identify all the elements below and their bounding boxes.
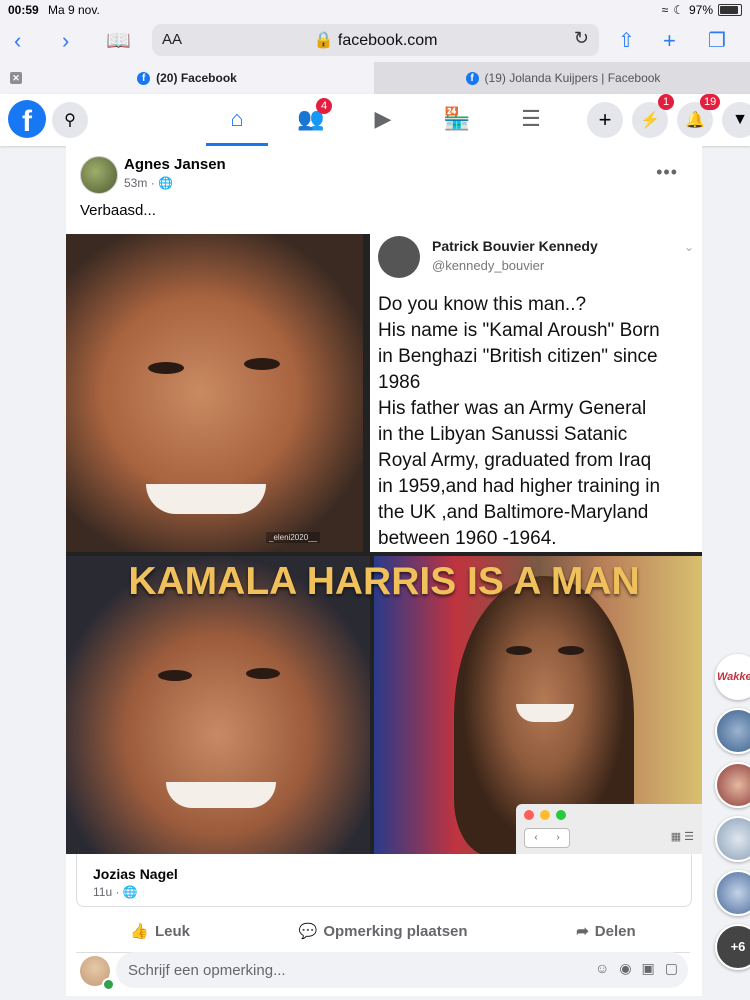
tweet-avatar xyxy=(378,236,420,278)
like-label: Leuk xyxy=(155,922,191,940)
comment-input[interactable]: Schrijf een opmerking... ☺ ◉ ▣ ▢ xyxy=(116,952,688,988)
home-icon[interactable]: ⌂ xyxy=(212,104,262,134)
post-author[interactable]: Agnes Jansen xyxy=(124,156,226,173)
facebook-favicon-icon: f xyxy=(137,71,151,85)
mac-window-overlay: ‹ › ▦ ☰ xyxy=(516,804,702,854)
comment-placeholder: Schrijf een opmerking... xyxy=(128,962,286,979)
search-icon[interactable]: ⚲ xyxy=(52,102,88,138)
tweet-handle: @kennedy_bouvier xyxy=(432,258,545,273)
image-watermark: _eleni2020__ xyxy=(266,532,321,543)
close-dot-icon xyxy=(524,810,534,820)
shared-time[interactable]: 11u xyxy=(93,885,112,899)
share-button[interactable]: ➦ Delen xyxy=(576,922,636,941)
safari-toolbar: ‹ › 📖 AA 🔒 facebook.com ↻ ⇧ + ❐ xyxy=(0,20,750,62)
post-text: Verbaasd... xyxy=(80,202,156,219)
chevron-left-icon: ‹ xyxy=(534,832,538,843)
marketplace-icon[interactable]: 🏪 xyxy=(432,104,482,134)
image-face-top-left: _eleni2020__ xyxy=(66,234,363,552)
post-meta: 53m · 🌐 xyxy=(124,176,173,190)
messenger-badge: 1 xyxy=(658,94,674,110)
image-headline: KAMALA HARRIS IS A MAN xyxy=(128,560,640,603)
zoom-dot-icon xyxy=(556,810,566,820)
tab-strip: ✕ f (20) Facebook f (19) Jolanda Kuijper… xyxy=(0,62,750,94)
moon-icon: ☾ xyxy=(673,3,684,17)
battery-percent: 97% xyxy=(688,3,713,17)
post-actions: 👍 Leuk 💬 Opmerking plaatsen ➦ Delen xyxy=(76,910,690,953)
shared-meta: 11u · 🌐 xyxy=(93,885,138,899)
comment-icon: 💬 xyxy=(298,923,318,940)
chevron-right-icon: › xyxy=(556,832,560,843)
chat-bubble-contact[interactable] xyxy=(715,762,750,808)
post-card: Agnes Jansen 53m · 🌐 ••• Verbaasd... _el… xyxy=(66,146,702,996)
online-indicator xyxy=(102,978,115,991)
tab-label: (20) Facebook xyxy=(156,71,237,85)
mac-nav-arrows: ‹ › xyxy=(524,828,570,848)
comment-button[interactable]: 💬 Opmerking plaatsen xyxy=(298,922,468,941)
author-avatar[interactable] xyxy=(80,156,118,194)
notifications-badge: 19 xyxy=(700,94,721,110)
image-tweet: Patrick Bouvier Kennedy @kennedy_bouvier… xyxy=(370,234,702,552)
tabs-icon[interactable]: ❐ xyxy=(708,20,726,62)
facebook-favicon-icon: f xyxy=(465,71,479,85)
more-options-icon[interactable]: ••• xyxy=(656,162,678,183)
chat-bubble-wakker[interactable]: Wakke xyxy=(715,654,750,700)
forward-icon[interactable]: › xyxy=(62,20,69,62)
sticker-icon[interactable]: ▢ xyxy=(665,960,678,977)
shared-post-footer[interactable]: Jozias Nagel 11u · 🌐 xyxy=(76,854,692,907)
post-image[interactable]: _eleni2020__ Patrick Bouvier Kennedy @ke… xyxy=(66,234,702,854)
camera-icon[interactable]: ◉ xyxy=(619,960,631,977)
menu-icon[interactable]: ☰ xyxy=(506,104,556,134)
tweet-text: Do you know this man..? His name is "Kam… xyxy=(378,294,661,549)
status-bar: 00:59 Ma 9 nov. ≈ ☾ 97% xyxy=(0,0,750,20)
back-icon[interactable]: ‹ xyxy=(14,20,21,62)
friends-badge: 4 xyxy=(316,98,332,114)
post-time[interactable]: 53m xyxy=(124,176,147,190)
chat-bubble-contact[interactable] xyxy=(715,708,750,754)
shared-author[interactable]: Jozias Nagel xyxy=(93,866,178,882)
reload-icon[interactable]: ↻ xyxy=(574,28,589,49)
url-text: 🔒 facebook.com xyxy=(152,30,599,50)
comment-label: Opmerking plaatsen xyxy=(323,922,468,940)
status-date: Ma 9 nov. xyxy=(48,3,100,17)
emoji-icon[interactable]: ☺ xyxy=(595,960,609,977)
account-chevron-icon[interactable]: ▼ xyxy=(722,102,750,138)
close-tab-icon[interactable]: ✕ xyxy=(10,72,22,84)
status-time: 00:59 xyxy=(8,3,39,17)
globe-icon: · 🌐 xyxy=(115,885,138,899)
chat-bubble-contact[interactable] xyxy=(715,870,750,916)
like-button[interactable]: 👍 Leuk xyxy=(130,922,191,941)
thumbs-up-icon: 👍 xyxy=(130,923,149,940)
share-icon[interactable]: ⇧ xyxy=(618,20,635,62)
tab-facebook[interactable]: ✕ f (20) Facebook xyxy=(0,62,374,94)
plus-icon[interactable]: + xyxy=(663,20,676,62)
chat-bubble-contact[interactable] xyxy=(715,816,750,862)
facebook-header: f ⚲ ⌂ 👥 4 ▶ 🏪 ☰ + ⚡ 1 🔔 19 ▼ xyxy=(0,94,750,146)
globe-icon: · 🌐 xyxy=(150,176,173,190)
tab-label: (19) Jolanda Kuijpers | Facebook xyxy=(484,71,661,85)
share-label: Delen xyxy=(594,922,636,940)
chevron-down-icon: ⌄ xyxy=(683,240,694,254)
lock-icon: 🔒 xyxy=(313,32,334,49)
gif-icon[interactable]: ▣ xyxy=(642,960,655,977)
url-label: facebook.com xyxy=(337,32,438,49)
share-arrow-icon: ➦ xyxy=(576,923,589,940)
status-right: ≈ ☾ 97% xyxy=(662,3,742,17)
watch-icon[interactable]: ▶ xyxy=(358,104,408,134)
wifi-icon: ≈ xyxy=(661,3,669,17)
tab-jolanda[interactable]: f (19) Jolanda Kuijpers | Facebook xyxy=(376,62,750,94)
view-toggle-icon: ▦ ☰ xyxy=(670,831,694,843)
comment-tools: ☺ ◉ ▣ ▢ xyxy=(595,960,678,977)
create-plus-icon[interactable]: + xyxy=(587,102,623,138)
facebook-logo-icon[interactable]: f xyxy=(8,100,46,138)
chat-bubble-more[interactable]: +6 xyxy=(715,924,750,970)
book-icon[interactable]: 📖 xyxy=(106,20,131,62)
minimize-dot-icon xyxy=(540,810,550,820)
tweet-author: Patrick Bouvier Kennedy xyxy=(432,238,598,254)
battery-icon xyxy=(718,4,742,16)
address-bar[interactable]: AA 🔒 facebook.com ↻ xyxy=(152,24,599,56)
